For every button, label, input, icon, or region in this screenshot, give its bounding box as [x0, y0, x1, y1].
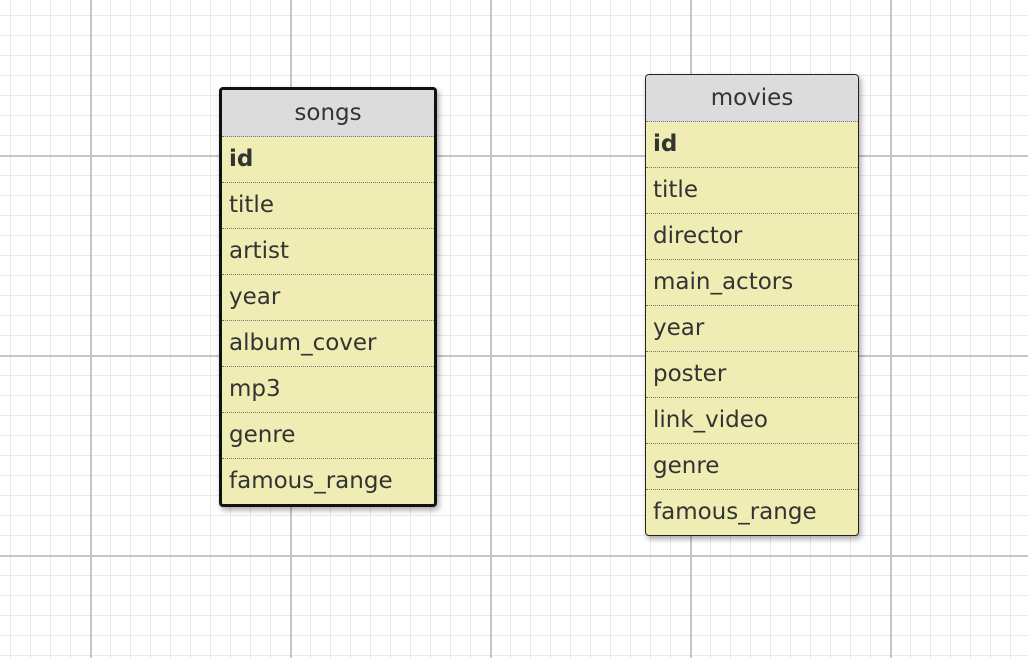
field-genre[interactable]: genre — [646, 444, 858, 490]
field-famous-range[interactable]: famous_range — [222, 459, 434, 504]
field-poster[interactable]: poster — [646, 352, 858, 398]
table-header-songs[interactable]: songs — [222, 90, 434, 137]
table-movies[interactable]: movies id title director main_actors yea… — [645, 74, 859, 536]
field-main-actors[interactable]: main_actors — [646, 260, 858, 306]
field-year[interactable]: year — [222, 275, 434, 321]
field-mp3[interactable]: mp3 — [222, 367, 434, 413]
field-link-video[interactable]: link_video — [646, 398, 858, 444]
field-artist[interactable]: artist — [222, 229, 434, 275]
field-famous-range[interactable]: famous_range — [646, 490, 858, 535]
field-album-cover[interactable]: album_cover — [222, 321, 434, 367]
field-id[interactable]: id — [646, 122, 858, 168]
schema-canvas[interactable]: { "tables": [ { "name": "songs", "fields… — [0, 0, 1028, 658]
field-title[interactable]: title — [646, 168, 858, 214]
field-title[interactable]: title — [222, 183, 434, 229]
table-header-movies[interactable]: movies — [646, 75, 858, 122]
field-id[interactable]: id — [222, 137, 434, 183]
table-songs[interactable]: songs id title artist year album_cover m… — [219, 87, 437, 507]
field-year[interactable]: year — [646, 306, 858, 352]
field-director[interactable]: director — [646, 214, 858, 260]
field-genre[interactable]: genre — [222, 413, 434, 459]
